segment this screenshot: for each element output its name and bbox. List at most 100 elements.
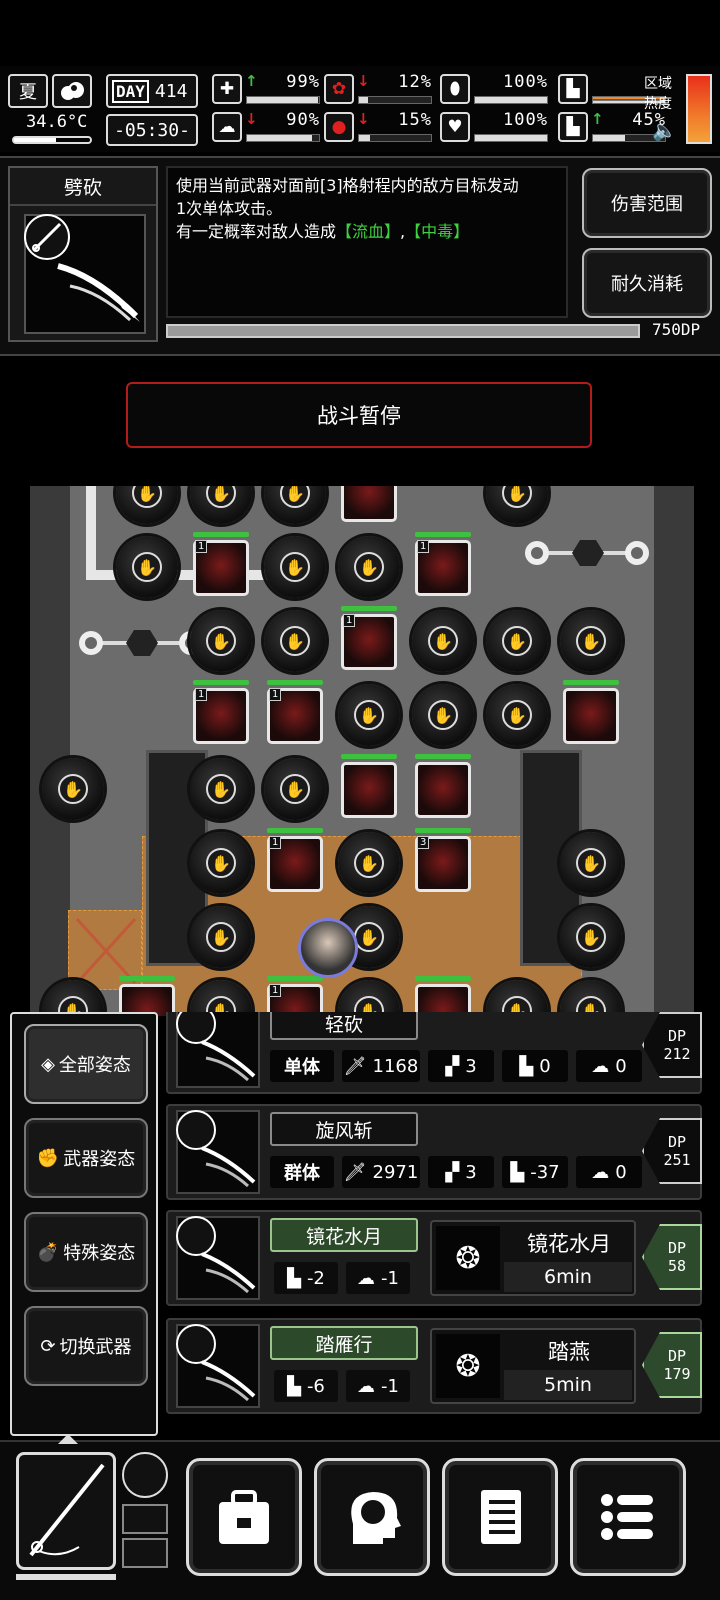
hand-icon: ✋ (206, 922, 236, 952)
special-stance-button[interactable]: 💣 特殊姿态 (24, 1212, 148, 1292)
enemy-unit[interactable]: ✋ (264, 758, 326, 820)
move-thumbnail (176, 1324, 260, 1408)
enemy-unit[interactable]: ✋ (338, 832, 400, 894)
enemy-unit[interactable]: ✋ (190, 832, 252, 894)
move-value: -2 (306, 1267, 325, 1289)
zombie-unit[interactable]: 3 (415, 828, 471, 892)
attack-value: 2971 (372, 1161, 419, 1183)
zombie-unit[interactable]: 1 (415, 532, 471, 596)
enemy-unit[interactable]: ✋ (486, 684, 548, 746)
thermometer-icon (12, 136, 92, 144)
season-badge: 夏 (8, 74, 48, 108)
zone-heat-label-2: 热度 (644, 96, 672, 112)
mind-stat: ☁ 0 (576, 1156, 642, 1188)
weapon-slot[interactable] (16, 1452, 116, 1570)
selection-pointer-icon (58, 1434, 78, 1444)
menu-button[interactable] (570, 1458, 686, 1576)
zombie-unit[interactable]: 1 (267, 828, 323, 892)
enemy-unit[interactable]: ✋ (116, 536, 178, 598)
boot-icon: ▙ (558, 74, 588, 104)
enemy-unit[interactable]: ✋ (338, 684, 400, 746)
hand-icon: ✋ (502, 486, 532, 508)
stance-menu: ◈ 全部姿态 ✊ 武器姿态 💣 特殊姿态 ⟳ 切换武器 (10, 1012, 158, 1436)
enemy-unit[interactable]: ✋ (560, 906, 622, 968)
enemy-unit[interactable]: ✋ (264, 486, 326, 524)
enemy-unit[interactable]: ✋ (560, 832, 622, 894)
enemy-unit[interactable]: ✋ (190, 758, 252, 820)
zombie-level-badge: 1 (195, 688, 208, 701)
speaker-icon[interactable]: 🔈 (652, 118, 677, 142)
zombie-unit[interactable]: 1 (267, 976, 323, 1016)
zombie-unit[interactable] (563, 680, 619, 744)
battle-pause-button[interactable]: 战斗暂停 (126, 382, 592, 448)
enemy-unit[interactable]: ✋ (560, 610, 622, 672)
zombie-portrait (341, 486, 397, 522)
zombie-unit[interactable] (119, 976, 175, 1016)
enemy-unit[interactable]: ✋ (190, 906, 252, 968)
hand-icon: ✋ (206, 774, 236, 804)
hand-icon: ✋ (576, 848, 606, 878)
battle-map[interactable]: ✋ ✋ ✋ ✋ ✋ ✋ ✋ ✋ ✋ ✋ ✋ ✋ ✋ ✋ ✋ ✋ ✋ ✋ ✋ ✋ ✋ ✋ ✋ ✋ ✋ ✋ ✋ ✋ ✋ 1 1 1 1 1 1 3 1 (30, 486, 694, 1016)
move-list[interactable]: 轻砍 单体 🗡 1168 ▞ 3 ▙ 0 ☁ 0 DP 212 旋风斩 群体 🗡 2971 ▞ 3 ▙ -37 ☁ 0 DP… (160, 1012, 720, 1436)
boot-icon: ▙ (510, 1161, 525, 1183)
quick-slot[interactable] (122, 1504, 168, 1534)
durability-cost-button[interactable]: 耐久消耗 (582, 248, 712, 318)
stat-trend-arrow: ↑ (591, 110, 604, 128)
weapon-stance-button[interactable]: ✊ 武器姿态 (24, 1118, 148, 1198)
mind-button[interactable] (314, 1458, 430, 1576)
enemy-unit[interactable]: ✋ (116, 486, 178, 524)
zombie-unit[interactable] (415, 754, 471, 818)
zombie-unit[interactable]: 1 (193, 680, 249, 744)
zombie-level-badge: 1 (343, 614, 356, 627)
stat-trend-arrow: ↓ (357, 110, 370, 128)
zombie-unit[interactable] (415, 976, 471, 1016)
clock: -05:30- (106, 114, 198, 146)
mind-stat: ☁ -1 (346, 1262, 410, 1294)
slash-effect-icon (57, 263, 140, 322)
player-avatar[interactable] (298, 918, 358, 978)
enemy-unit[interactable]: ✋ (486, 486, 548, 524)
enemy-unit[interactable]: ✋ (190, 486, 252, 524)
skill-slot-icon[interactable] (122, 1452, 168, 1498)
clock-time: -05:30- (114, 119, 190, 141)
move-row[interactable]: 旋风斩 群体 🗡 2971 ▞ 3 ▙ -37 ☁ 0 DP 251 (166, 1104, 702, 1200)
all-stances-button[interactable]: ◈ 全部姿态 (24, 1024, 148, 1104)
damage-range-button[interactable]: 伤害范围 (582, 168, 712, 238)
enemy-unit[interactable]: ✋ (42, 758, 104, 820)
backpack-button[interactable] (186, 1458, 302, 1576)
enemy-unit[interactable]: ✋ (412, 684, 474, 746)
quick-slot[interactable] (122, 1538, 168, 1568)
hits-stat: ▞ 3 (428, 1050, 494, 1082)
enemy-unit[interactable]: ✋ (486, 610, 548, 672)
temperature-box: 34.6°C (8, 110, 92, 148)
switch-weapon-label: 切换武器 (59, 1337, 132, 1358)
skill-desc-line-3: 有一定概率对敌人造成【流血】,【中毒】 (176, 220, 558, 243)
stat-health: ✚ ↑ 99% (212, 72, 324, 106)
zombie-unit[interactable]: 1 (341, 606, 397, 670)
journal-button[interactable] (442, 1458, 558, 1576)
move-name: 镜花水月 (270, 1218, 418, 1252)
dp-label: DP (667, 1027, 687, 1045)
enemy-unit[interactable]: ✋ (264, 536, 326, 598)
enemy-unit[interactable]: ✋ (264, 610, 326, 672)
weather-icon (52, 74, 92, 108)
move-row[interactable]: 轻砍 单体 🗡 1168 ▞ 3 ▙ 0 ☁ 0 DP 212 (166, 1012, 702, 1094)
zombie-unit[interactable]: 1 (267, 680, 323, 744)
switch-weapon-button[interactable]: ⟳ 切换武器 (24, 1306, 148, 1386)
armor-icon: ⬮ (440, 74, 470, 104)
zombie-unit[interactable]: 1 (193, 532, 249, 596)
zombie-unit[interactable] (341, 754, 397, 818)
zone-heat-label: 区域 热度 (644, 74, 680, 114)
buff-duration: 6min (504, 1262, 632, 1292)
move-row[interactable]: 镜花水月 ▙ -2 ☁ -1 ❂ 镜花水月 6min DP 58 (166, 1210, 702, 1306)
enemy-unit[interactable]: ✋ (190, 610, 252, 672)
zombie-unit[interactable] (341, 486, 397, 522)
move-value: -37 (530, 1161, 560, 1183)
enemy-unit[interactable]: ✋ (412, 610, 474, 672)
stat-value: 15% (398, 110, 432, 130)
enemy-unit[interactable]: ✋ (338, 536, 400, 598)
zombie-portrait (563, 688, 619, 744)
move-row[interactable]: 踏雁行 ▙ -6 ☁ -1 ❂ 踏燕 5min DP 179 (166, 1318, 702, 1414)
hand-icon: ✋ (280, 774, 310, 804)
layers-icon: ◈ (41, 1053, 55, 1075)
